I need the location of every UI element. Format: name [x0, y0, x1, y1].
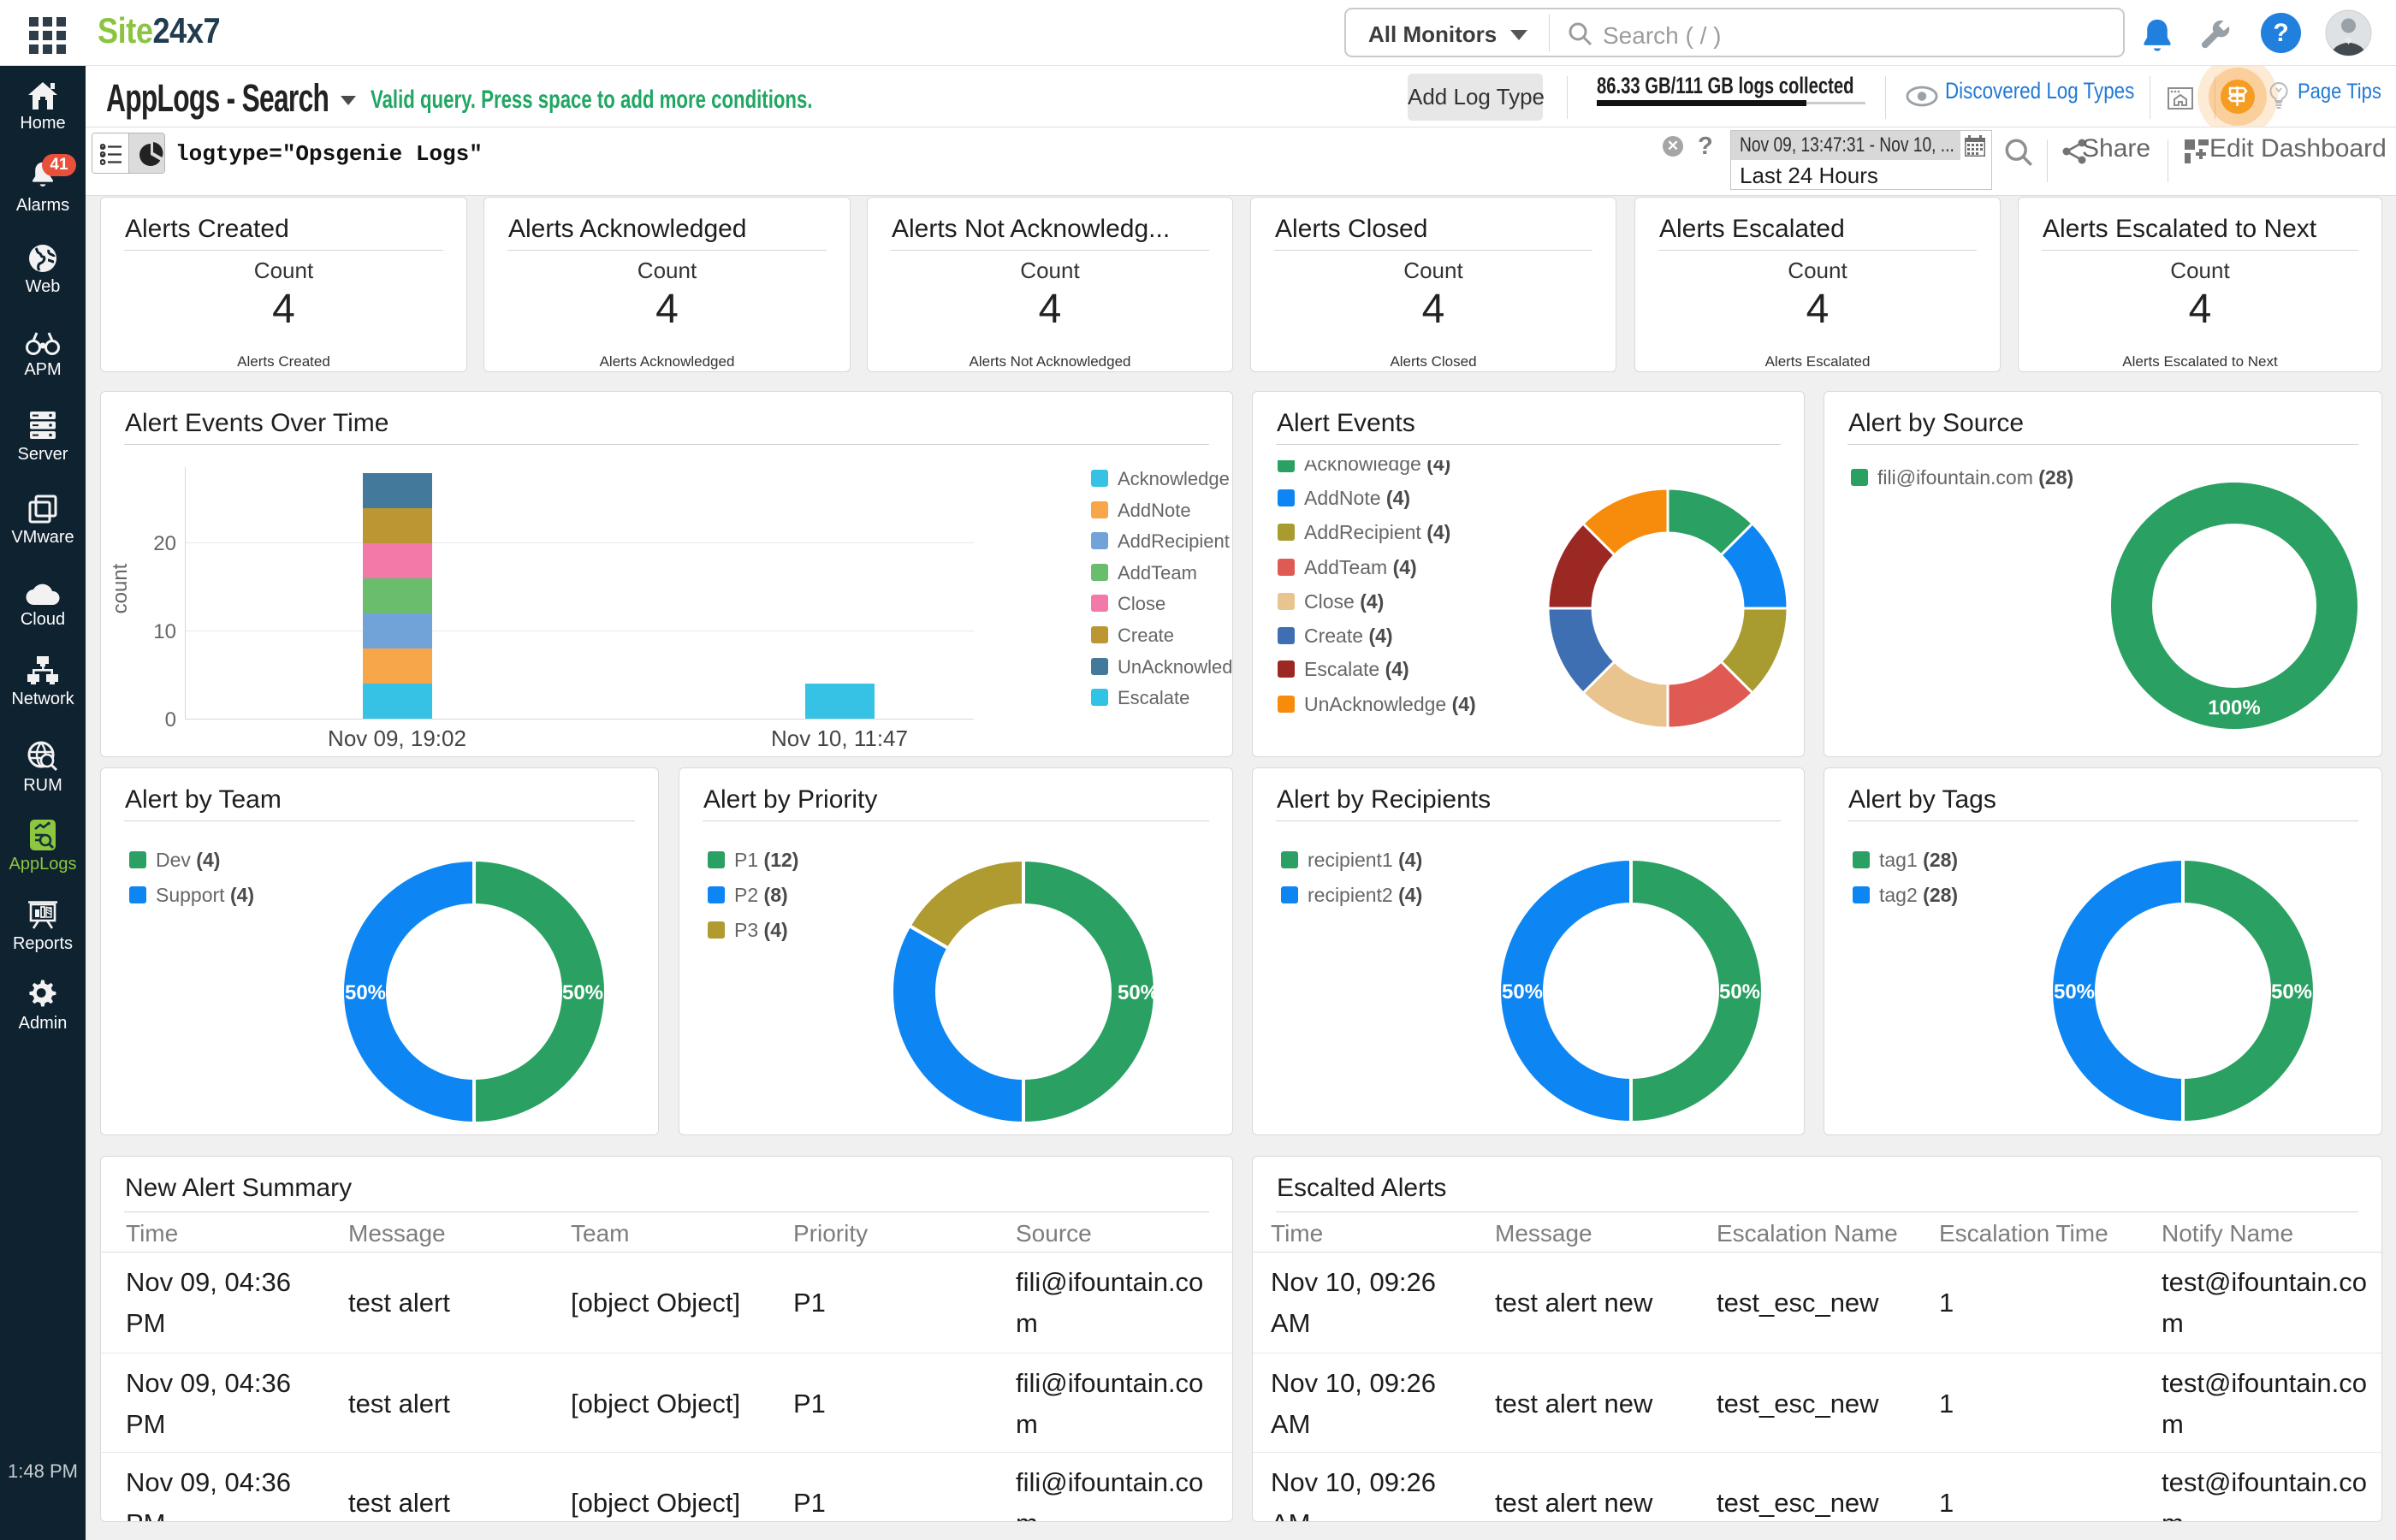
svg-text:count: count [109, 563, 132, 613]
svg-text:10: 10 [153, 620, 176, 643]
svg-text:Nov 10, 11:47: Nov 10, 11:47 [771, 726, 908, 751]
svg-text:0: 0 [165, 708, 176, 732]
svg-text:Nov 09, 19:02: Nov 09, 19:02 [328, 726, 466, 751]
svg-text:20: 20 [153, 532, 176, 555]
